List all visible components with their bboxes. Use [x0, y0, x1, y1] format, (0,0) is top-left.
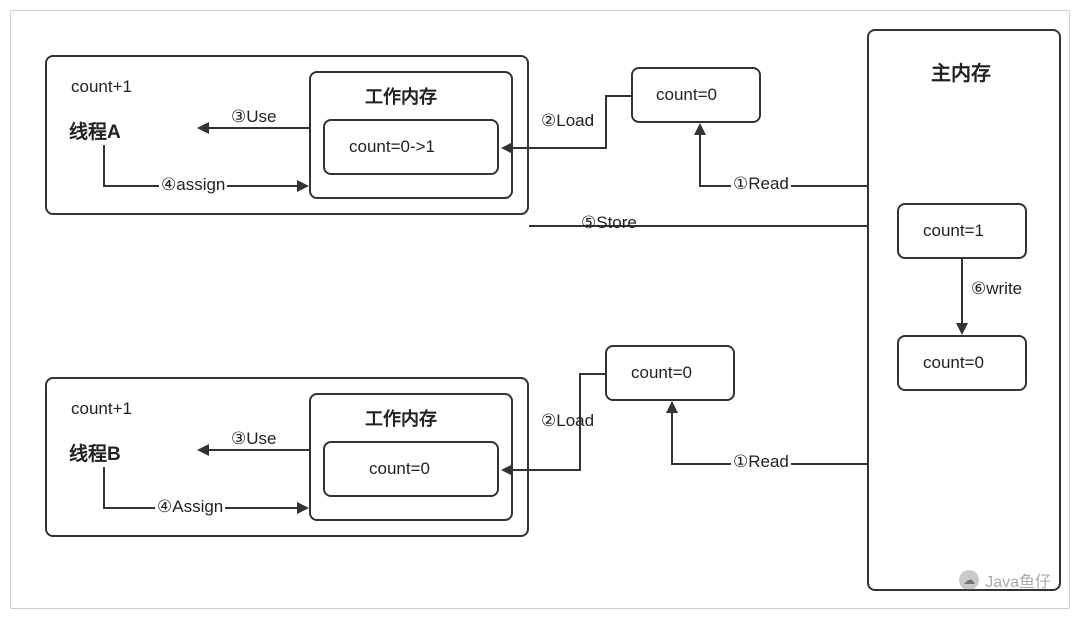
label-use-b: ③Use [229, 429, 278, 449]
arrow-read-b-v [671, 413, 673, 465]
arrowhead-assign-b [297, 502, 309, 514]
label-load-a: ②Load [541, 111, 594, 131]
watermark: ☁ Java鱼仔 [959, 568, 1051, 592]
arrowhead-load-a [501, 142, 513, 154]
arrow-load-b-h1 [579, 373, 605, 375]
label-read-a: ①Read [731, 174, 791, 194]
arrow-write-v [961, 259, 963, 323]
arrowhead-read-b [666, 401, 678, 413]
main-mem-title: 主内存 [931, 57, 991, 86]
thread-a-name: 线程A [69, 117, 121, 144]
arrowhead-load-b [501, 464, 513, 476]
temp-label-b: count=0 [631, 363, 692, 383]
thread-b-workmem-value: count=0 [369, 459, 430, 479]
arrow-use-a [209, 127, 309, 129]
thread-b-workmem-title: 工作内存 [365, 405, 437, 431]
arrow-read-a-v [699, 135, 701, 187]
arrowhead-assign-a [297, 180, 309, 192]
label-store: ⑤Store [581, 213, 637, 233]
thread-a-workmem-title: 工作内存 [365, 83, 437, 109]
label-load-b: ②Load [541, 411, 594, 431]
thread-a-expr: count+1 [71, 77, 132, 97]
diagram-canvas: count+1 线程A 工作内存 count=0->1 ③Use ④assign… [10, 10, 1070, 609]
label-assign-b: ④Assign [155, 497, 225, 517]
label-use-a: ③Use [229, 107, 278, 127]
arrow-assign-a-v [103, 145, 105, 187]
temp-label-a: count=0 [656, 85, 717, 105]
arrow-load-a-v [605, 95, 607, 149]
thread-b-expr: count+1 [71, 399, 132, 419]
main-mem-val2: count=0 [923, 353, 984, 373]
arrow-use-b [209, 449, 309, 451]
arrow-load-b-h2 [513, 469, 581, 471]
watermark-text: Java鱼仔 [985, 568, 1051, 592]
wechat-icon: ☁ [959, 570, 979, 590]
main-mem-box [867, 29, 1061, 591]
main-mem-val1: count=1 [923, 221, 984, 241]
thread-a-workmem-value: count=0->1 [349, 137, 435, 157]
arrowhead-write [956, 323, 968, 335]
arrow-load-a-h2 [513, 147, 607, 149]
arrowhead-use-b [197, 444, 209, 456]
thread-b-name: 线程B [69, 439, 121, 466]
arrow-assign-b-v [103, 467, 105, 509]
arrow-load-a-h1 [605, 95, 631, 97]
label-assign-a: ④assign [159, 175, 227, 195]
arrowhead-read-a [694, 123, 706, 135]
arrowhead-use-a [197, 122, 209, 134]
label-read-b: ①Read [731, 452, 791, 472]
label-write: ⑥write [971, 279, 1022, 299]
